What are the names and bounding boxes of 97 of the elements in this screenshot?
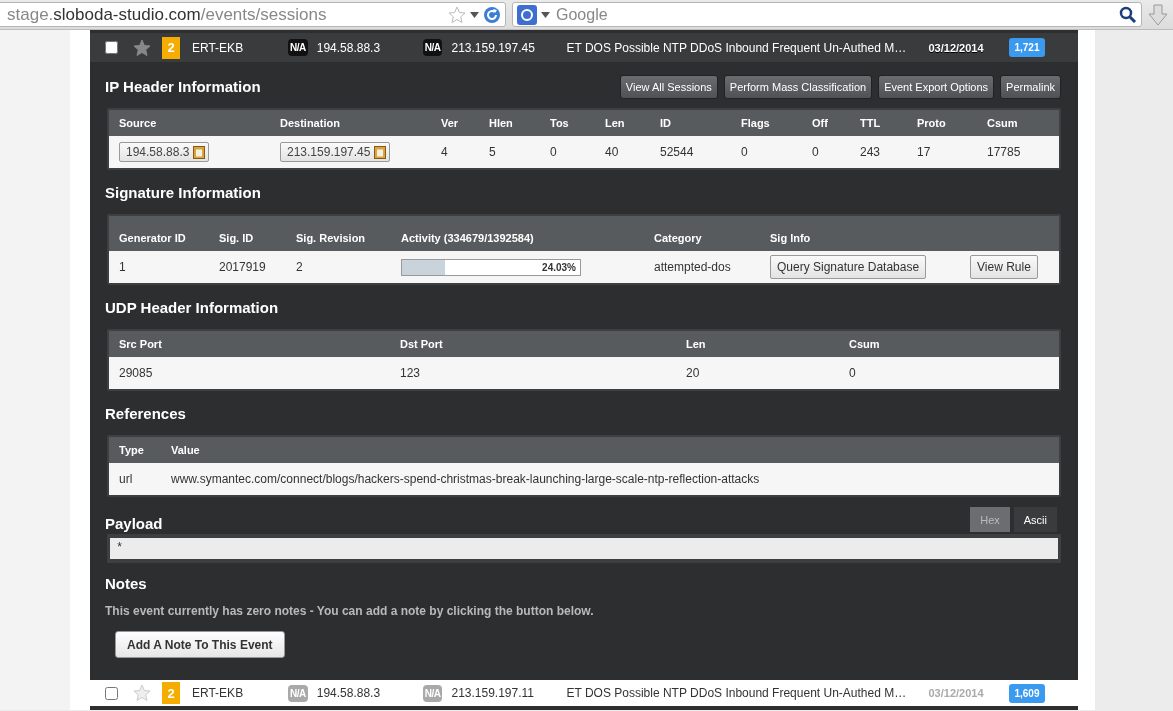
column-header: Off — [811, 117, 829, 131]
section-title: UDP Header Information — [105, 299, 279, 316]
column-header: Dst Port — [399, 338, 444, 352]
section-title: Notes — [105, 575, 147, 592]
row-checkbox[interactable] — [105, 686, 118, 700]
column-header: Activity (334679/1392584) — [400, 232, 535, 246]
caret-icon[interactable] — [541, 11, 550, 18]
format-tab[interactable]: Ascii — [1013, 507, 1057, 532]
sensor-name: ERT-EKB — [192, 40, 245, 55]
country-badge: N/A — [288, 39, 308, 56]
action-button[interactable]: Event Export Options — [878, 74, 995, 99]
event-row[interactable]: 2 ERT-EKB N/A 194.58.88.3 N/A 213.159.197.45 ET DOS Possible NTP DDoS Inbound Frequent Un-Authed M… 03/12/2014 1,721 — [90, 33, 1078, 62]
column-header: Type — [118, 444, 145, 458]
caret-icon[interactable] — [470, 11, 479, 18]
column-header: Sig. Revision — [295, 232, 367, 246]
star-icon[interactable] — [448, 5, 466, 24]
column-header: ID — [659, 117, 672, 131]
ip-copy-field[interactable]: 194.58.88.3 — [119, 142, 210, 162]
star-icon[interactable] — [133, 684, 151, 702]
destination-ip: 213.159.197.45 — [451, 40, 536, 55]
star-icon[interactable] — [133, 38, 151, 57]
table-cell-text: url — [119, 472, 134, 486]
table-cell-text: 0 — [741, 145, 749, 159]
table-cell-text: 40 — [605, 145, 620, 159]
column-header: Csum — [848, 338, 881, 352]
column-header: Csum — [986, 117, 1019, 131]
column-header: Src Port — [118, 338, 163, 352]
table-cell-text: attempted-dos — [654, 260, 732, 274]
event-date: 03/12/2014 — [928, 41, 985, 54]
column-header: Proto — [916, 117, 947, 131]
event-count-badge: 1,721 — [1009, 38, 1045, 57]
event-count-badge: 1,609 — [1009, 683, 1045, 703]
ip-copy-field[interactable]: 213.159.197.45 — [280, 142, 391, 162]
action-button[interactable]: View All Sessions — [619, 74, 718, 99]
table-cell-text: 1 — [119, 260, 127, 274]
table-cell-text: 0 — [550, 145, 558, 159]
column-header: TTL — [859, 117, 882, 131]
section-title: IP Header Information — [105, 78, 261, 95]
copy-icon[interactable] — [193, 145, 206, 159]
table-cell-text: 123 — [400, 366, 422, 380]
event-row[interactable]: 2 ERT-EKB N/A 194.58.88.3 N/A 213.159.197.11 ET DOS Possible NTP DDoS Inbound Frequent Un-Authed M… 03/12/2014 1,609 — [90, 680, 1078, 706]
signature-name: ET DOS Possible NTP DDoS Inbound Frequent Un-Authed M… — [566, 686, 908, 700]
column-header: Flags — [740, 117, 771, 131]
table-cell-text: 0 — [812, 145, 820, 159]
column-header: Len — [685, 338, 707, 352]
table-cell-text: 2017919 — [219, 260, 267, 274]
country-badge: N/A — [422, 684, 443, 702]
column-header: Hlen — [488, 117, 514, 131]
search-icon[interactable] — [1119, 5, 1137, 24]
sensor-name: ERT-EKB — [192, 686, 245, 700]
table-cell-text: 17785 — [987, 145, 1022, 159]
table-cell-text: 0 — [849, 366, 857, 380]
column-header: Value — [170, 444, 201, 458]
table-cell-text: 2 — [296, 260, 304, 274]
table-cell-text: 29085 — [119, 366, 154, 380]
country-badge: N/A — [288, 684, 308, 702]
row-checkbox[interactable] — [105, 41, 118, 54]
event-date: 03/12/2014 — [928, 687, 985, 699]
table-cell-text: www.symantec.com/connect/blogs/hackers-spend-christmas-break-launching-large-scale-ntp-reflection-attacks — [171, 472, 761, 486]
section-title: Payload — [105, 515, 163, 532]
column-header: Len — [604, 117, 626, 131]
signature-name: ET DOS Possible NTP DDoS Inbound Frequent Un-Authed M… — [566, 40, 908, 55]
action-button[interactable]: Permalink — [1000, 74, 1061, 99]
column-header: Ver — [440, 117, 460, 131]
payload-content: * — [110, 538, 1058, 559]
section-title: References — [105, 405, 186, 422]
table-cell-text: 52544 — [660, 145, 695, 159]
add-note-button[interactable]: Add A Note To This Event — [115, 631, 285, 658]
activity-percent: 24.03% — [542, 261, 577, 273]
source-ip: 194.58.88.3 — [316, 686, 382, 700]
query-database-button[interactable]: Query Signature Database — [770, 255, 927, 279]
destination-ip: 213.159.197.11 — [451, 686, 535, 700]
table-cell-text: 20 — [686, 366, 701, 380]
country-badge: N/A — [422, 39, 443, 56]
notes-message: This event currently has zero notes - You can add a note by clicking the button below. — [105, 604, 595, 618]
table-cell-text: 5 — [489, 145, 497, 159]
column-header: Source — [118, 117, 158, 131]
column-header: Destination — [279, 117, 341, 131]
table-cell-text: 243 — [860, 145, 882, 159]
reload-icon[interactable] — [483, 5, 501, 24]
severity-badge: 2 — [162, 36, 180, 59]
severity-badge: 2 — [162, 682, 180, 704]
search-bar[interactable]: Google — [512, 2, 1142, 27]
view-rule-button[interactable]: View Rule — [970, 255, 1038, 279]
table-cell-text: 4 — [441, 145, 449, 159]
column-header: Sig. ID — [218, 232, 255, 246]
search-field[interactable]: Google — [554, 4, 1115, 25]
search-engine-icon[interactable] — [517, 4, 537, 25]
column-header: Sig Info — [769, 232, 812, 246]
column-header: Generator ID — [118, 232, 187, 246]
copy-icon[interactable] — [374, 145, 387, 159]
source-ip: 194.58.88.3 — [316, 40, 382, 55]
column-header: Category — [653, 232, 703, 246]
table-cell-text: 17 — [917, 145, 932, 159]
action-button[interactable]: Perform Mass Classification — [723, 74, 873, 99]
section-title: Signature Information — [105, 184, 261, 201]
column-header: Tos — [549, 117, 570, 131]
